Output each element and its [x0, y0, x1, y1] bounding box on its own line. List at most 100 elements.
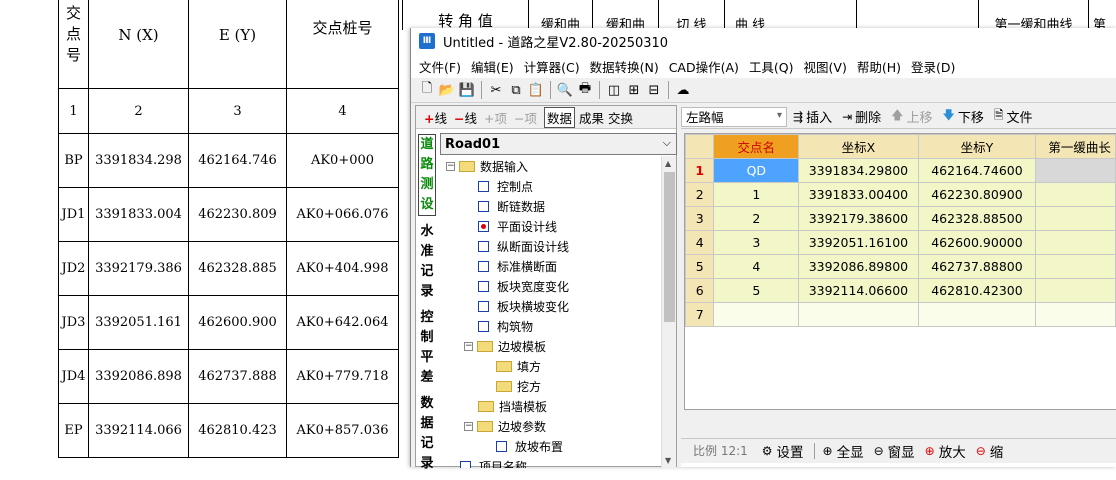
row-number[interactable]: 4	[685, 230, 715, 255]
tree-node[interactable]: 纵断面设计线	[446, 236, 662, 256]
tree-node[interactable]: 项目名称	[446, 456, 662, 468]
row-number[interactable]: 7	[685, 302, 715, 327]
collapse-toggle-icon[interactable]: −	[464, 421, 473, 431]
cell-transition-length[interactable]	[1035, 158, 1116, 183]
table-row[interactable]: 5 4 3392086.89800 462737.88800	[685, 254, 1116, 279]
cell-coord-y[interactable]: 462810.42300	[917, 278, 1037, 303]
collapse-toggle-icon[interactable]: −	[464, 341, 473, 351]
cell-transition-length[interactable]	[1035, 278, 1116, 303]
cell-point-name[interactable]	[713, 302, 800, 327]
vtab-control-adjust[interactable]: 控制平差	[418, 308, 436, 388]
folder-icon[interactable]	[477, 420, 493, 432]
folder-icon[interactable]	[477, 340, 493, 352]
column-header-x[interactable]: 坐标X	[798, 134, 919, 159]
table-row[interactable]: 3 2 3392179.38600 462328.88500	[685, 206, 1116, 231]
cell-point-name[interactable]: 2	[713, 206, 800, 231]
cell-coord-x[interactable]: 3391833.00400	[798, 182, 919, 207]
cell-coord-x[interactable]: 3392114.06600	[798, 278, 919, 303]
fit-all-button[interactable]: ⊕ 全显	[823, 441, 864, 461]
cell-coord-y[interactable]: 462328.88500	[917, 206, 1037, 231]
scroll-up-icon[interactable]: ▲	[665, 159, 671, 168]
zoom-out-button[interactable]: ⊖ 缩	[976, 441, 1004, 461]
row-number[interactable]: 2	[685, 182, 715, 207]
tree-node[interactable]: 标准横断面	[446, 256, 662, 276]
table-row[interactable]: 1 QD 3391834.29800 462164.74600	[685, 158, 1116, 183]
column-header-y[interactable]: 坐标Y	[917, 134, 1037, 159]
cell-transition-length[interactable]	[1035, 182, 1116, 207]
table-row[interactable]: 2 1 3391833.00400 462230.80900	[685, 182, 1116, 207]
add-line-button[interactable]: +线	[424, 108, 447, 127]
cell-point-name[interactable]: 5	[713, 278, 800, 303]
delete-button[interactable]: ⇥ 删除	[842, 107, 881, 127]
cell-transition-length[interactable]	[1035, 254, 1116, 279]
tab-result[interactable]: 成果	[579, 108, 604, 127]
checkbox-icon[interactable]	[496, 440, 507, 452]
checkbox-icon[interactable]	[478, 240, 489, 252]
remove-item-button[interactable]: −项	[514, 108, 537, 127]
tree-node[interactable]: 平面设计线	[446, 216, 662, 236]
tab-swap[interactable]: 交换	[608, 108, 633, 127]
title-bar[interactable]: Ⅲ Untitled - 道路之星V2.80-20250310	[411, 28, 1116, 54]
folder-icon[interactable]	[496, 360, 512, 372]
menu-view[interactable]: 视图(V)	[799, 57, 852, 76]
cell-transition-length[interactable]	[1035, 302, 1116, 327]
save-icon[interactable]: 💾	[457, 80, 477, 100]
drawing-canvas[interactable]	[681, 463, 1116, 467]
checkbox-icon[interactable]	[478, 220, 489, 232]
new-file-icon[interactable]: 🗋	[417, 80, 437, 100]
cell-transition-length[interactable]	[1035, 230, 1116, 255]
tree-node[interactable]: − 数据输入	[446, 156, 662, 176]
cell-transition-length[interactable]	[1035, 206, 1116, 231]
cell-coord-y[interactable]: 462164.74600	[917, 158, 1037, 183]
zoom-in-button[interactable]: ⊕ 放大	[925, 441, 966, 461]
menu-file[interactable]: 文件(F)	[414, 57, 466, 76]
insert-button[interactable]: ⇶ 插入	[793, 107, 832, 127]
layout-split-icon[interactable]: ◫	[604, 80, 624, 100]
cell-coord-x[interactable]: 3392051.16100	[798, 230, 919, 255]
column-header-name[interactable]: 交点名	[713, 134, 800, 159]
tree-scrollbar[interactable]: ▲ ▼	[661, 156, 676, 468]
vtab-data-record[interactable]: 数据记录	[418, 394, 436, 474]
scroll-thumb[interactable]	[664, 172, 675, 322]
print-preview-icon[interactable]: 🔍	[555, 80, 575, 100]
menu-calculator[interactable]: 计算器(C)	[519, 57, 585, 76]
menu-help[interactable]: 帮助(H)	[852, 57, 906, 76]
cell-coord-y[interactable]: 462230.80900	[917, 182, 1037, 207]
tree-node[interactable]: 板块宽度变化	[446, 276, 662, 296]
cell-point-name[interactable]: 3	[713, 230, 800, 255]
cell-point-name[interactable]: 4	[713, 254, 800, 279]
folder-icon[interactable]	[478, 400, 494, 412]
add-item-button[interactable]: +项	[484, 108, 507, 127]
row-number[interactable]: 6	[685, 278, 715, 303]
tab-data[interactable]: 数据	[543, 106, 575, 128]
checkbox-icon[interactable]	[478, 320, 489, 332]
move-up-button[interactable]: 🡅 上移	[891, 106, 932, 127]
menu-cad[interactable]: CAD操作(A)	[664, 57, 744, 76]
cell-coord-y[interactable]	[917, 302, 1037, 327]
cut-icon[interactable]: ✂	[486, 80, 506, 100]
layout-grid-icon[interactable]: ⊞	[624, 80, 644, 100]
cell-point-name[interactable]: QD	[713, 158, 800, 183]
checkbox-icon[interactable]	[478, 300, 489, 312]
vtab-road-survey[interactable]: 道路测设	[418, 134, 436, 216]
move-down-button[interactable]: 🡇 下移	[943, 106, 984, 127]
settings-button[interactable]: ⚙ 设置	[762, 441, 804, 461]
table-row[interactable]: 4 3 3392051.16100 462600.90000	[685, 230, 1116, 255]
layout-panel-icon[interactable]: ⊟	[644, 80, 664, 100]
checkbox-icon[interactable]	[478, 260, 489, 272]
open-folder-icon[interactable]: 📂	[437, 80, 457, 100]
row-number[interactable]: 5	[685, 254, 715, 279]
tree-node[interactable]: 放坡布置	[446, 436, 662, 456]
cell-coord-x[interactable]: 3392086.89800	[798, 254, 919, 279]
project-select[interactable]: Road01 ⌵	[440, 133, 677, 155]
tree-node[interactable]: 控制点	[446, 176, 662, 196]
file-button[interactable]: 🗎 文件	[994, 106, 1033, 127]
tree-node[interactable]: 挡墙模板	[446, 396, 662, 416]
cell-coord-x[interactable]: 3392179.38600	[798, 206, 919, 231]
remove-line-button[interactable]: −线	[454, 108, 477, 127]
menu-login[interactable]: 登录(D)	[906, 57, 960, 76]
tree-node[interactable]: − 边坡参数	[446, 416, 662, 436]
tree-node[interactable]: 断链数据	[446, 196, 662, 216]
menu-data-convert[interactable]: 数据转换(N)	[585, 57, 664, 76]
collapse-toggle-icon[interactable]: −	[446, 161, 455, 171]
